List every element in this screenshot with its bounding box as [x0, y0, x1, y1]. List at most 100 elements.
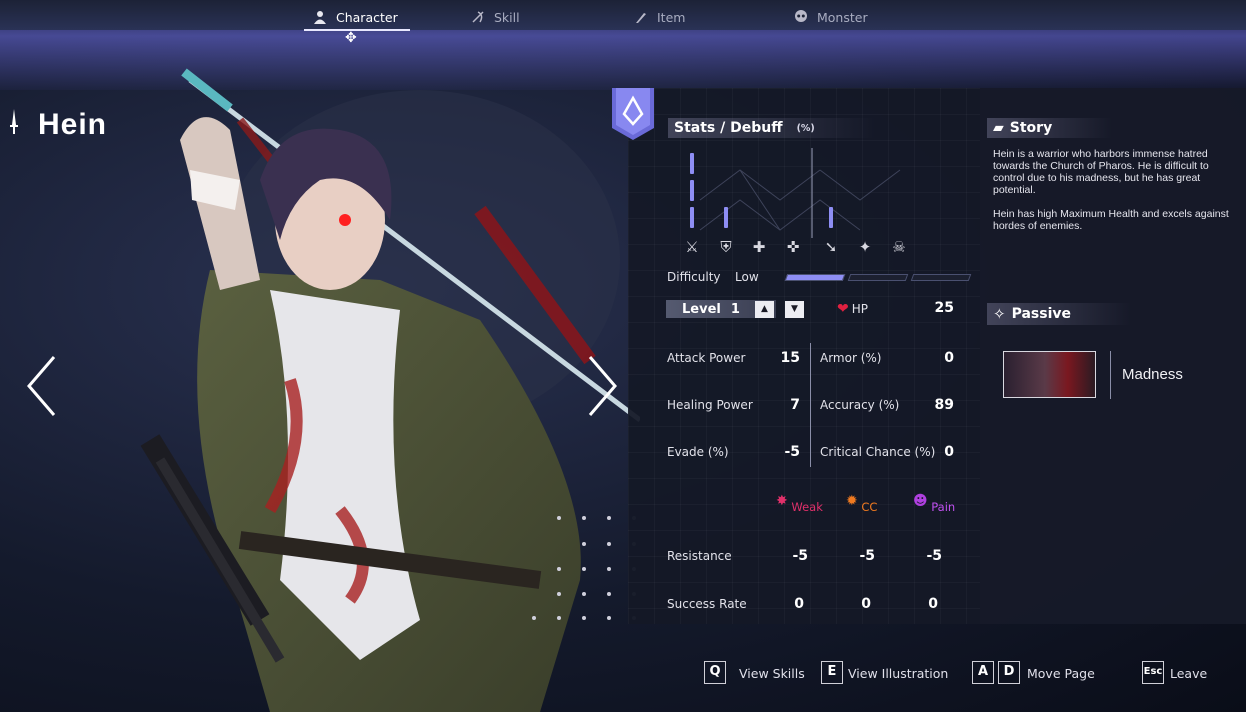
top-tab-bar	[0, 0, 1246, 30]
stats-divider	[810, 343, 811, 467]
stat-bar-segment	[690, 153, 694, 174]
key-a-button[interactable]: A	[972, 661, 994, 684]
story-text: Hein is a warrior who harbors immense ha…	[993, 148, 1229, 244]
success-pain-value: 0	[928, 596, 938, 612]
pain-debuff-badge: ☻ Pain	[913, 493, 955, 514]
view-illustration-label[interactable]: View Illustration	[848, 666, 948, 681]
story-header: ▰ Story	[987, 118, 1113, 138]
heal-icon: ✜	[786, 238, 800, 256]
character-name: Hein	[38, 108, 108, 141]
level-down-button[interactable]: ▼	[785, 301, 804, 318]
move-page-label[interactable]: Move Page	[1027, 666, 1095, 681]
weak-debuff-badge: ✸ Weak	[776, 493, 823, 514]
heart-icon: ❤	[837, 301, 849, 317]
tab-label: Item	[657, 9, 686, 25]
tab-label: Character	[336, 9, 398, 25]
skill-icon	[470, 9, 486, 25]
stats-web-decoration	[699, 148, 901, 238]
resistance-pain-value: -5	[926, 548, 942, 564]
cc-icon: ✹	[846, 493, 858, 509]
stat-bar-segment	[724, 207, 728, 228]
passive-divider	[1110, 351, 1111, 399]
difficulty-segment	[847, 274, 909, 281]
leave-label[interactable]: Leave	[1170, 666, 1207, 681]
tab-skill[interactable]: Skill	[470, 4, 520, 30]
key-esc-button[interactable]: Esc	[1142, 661, 1164, 684]
cc-debuff-badge: ✹ CC	[846, 493, 877, 514]
tab-monster[interactable]: Monster	[793, 4, 868, 30]
book-icon: ▰	[993, 120, 1004, 136]
difficulty-segment	[784, 274, 846, 281]
evade-value: -5	[784, 444, 800, 460]
healing-power-value: 7	[790, 397, 800, 413]
sword-icon	[8, 109, 20, 141]
skull-icon: ☠	[892, 238, 906, 256]
stats-debuff-title: Stats / Debuff	[674, 120, 783, 136]
stat-bar-segment	[829, 207, 833, 228]
success-weak-value: 0	[794, 596, 804, 612]
key-d-button[interactable]: D	[998, 661, 1020, 684]
success-cc-value: 0	[861, 596, 871, 612]
difficulty-value: Low	[735, 270, 759, 284]
crystal-icon: ✦	[858, 238, 872, 256]
passive-skill-image[interactable]	[1003, 351, 1096, 398]
critical-chance-value: 0	[944, 444, 954, 460]
plus-icon: ✚	[752, 238, 766, 256]
story-paragraph: Hein has high Maximum Health and excels …	[993, 208, 1229, 232]
arrow-down-icon: ➘	[824, 238, 838, 256]
resistance-label: Resistance	[667, 549, 732, 563]
view-skills-label[interactable]: View Skills	[739, 666, 805, 681]
accuracy-label: Accuracy (%)	[820, 398, 900, 412]
tab-label: Monster	[817, 9, 868, 25]
shield-icon: ⛨	[720, 238, 732, 256]
brush-icon	[633, 9, 649, 25]
key-q-button[interactable]: Q	[704, 661, 726, 684]
attack-power-value: 15	[780, 350, 800, 366]
resistance-weak-value: -5	[792, 548, 808, 564]
story-paragraph: Hein is a warrior who harbors immense ha…	[993, 148, 1209, 196]
hp-label: HP	[851, 302, 868, 316]
cc-label: CC	[861, 500, 878, 514]
stat-bar-segment	[690, 207, 694, 228]
difficulty-segment	[910, 274, 972, 281]
armor-value: 0	[944, 350, 954, 366]
story-title: Story	[1009, 120, 1053, 136]
previous-arrow-button[interactable]	[26, 355, 56, 417]
hp-value: 25	[934, 300, 954, 316]
attack-power-label: Attack Power	[667, 351, 746, 365]
level-value: 1	[730, 301, 740, 317]
person-icon	[312, 9, 328, 25]
character-illustration	[140, 68, 640, 712]
weak-label: Weak	[791, 500, 823, 514]
stat-bar-segment	[690, 180, 694, 201]
passive-title: Passive	[1011, 306, 1071, 322]
tab-character[interactable]: Character	[304, 4, 410, 31]
hp-label-group: ❤ HP	[837, 301, 868, 317]
pain-icon: ☻	[913, 493, 928, 509]
stats-debuff-header: Stats / Debuff (%)	[668, 118, 875, 138]
key-e-button[interactable]: E	[821, 661, 843, 684]
level-up-button[interactable]: ▲	[755, 301, 774, 318]
mouse-cursor-icon: ✥	[345, 30, 357, 46]
stats-unit: (%)	[796, 122, 815, 134]
level-label: Level	[682, 301, 721, 317]
accuracy-value: 89	[934, 397, 954, 413]
weak-icon: ✸	[776, 493, 788, 509]
skull-icon	[793, 9, 809, 25]
class-emblem-icon	[612, 88, 654, 140]
character-name-block: Hein	[8, 108, 107, 142]
passive-header: ✧ Passive	[987, 303, 1131, 325]
pain-label: Pain	[931, 500, 956, 514]
healing-power-label: Healing Power	[667, 398, 753, 412]
next-arrow-button[interactable]	[588, 355, 618, 417]
passive-name: Madness	[1122, 366, 1183, 383]
difficulty-label: Difficulty	[667, 270, 721, 284]
success-rate-label: Success Rate	[667, 597, 747, 611]
armor-label: Armor (%)	[820, 351, 882, 365]
passive-icon: ✧	[993, 305, 1006, 323]
sword-icon: ⚔	[685, 238, 699, 256]
tab-item[interactable]: Item	[633, 4, 685, 30]
tab-label: Skill	[494, 9, 520, 25]
resistance-cc-value: -5	[859, 548, 875, 564]
evade-label: Evade (%)	[667, 445, 729, 459]
